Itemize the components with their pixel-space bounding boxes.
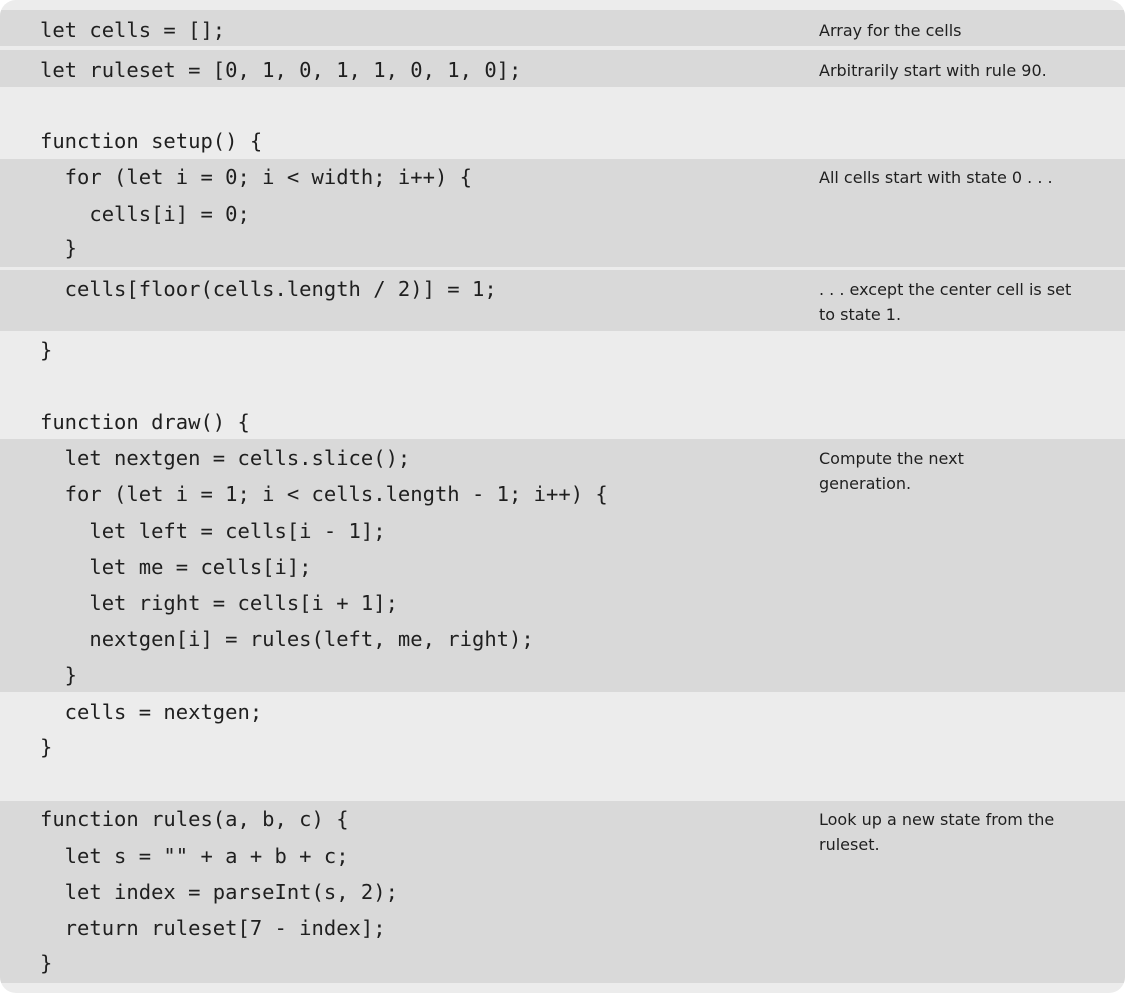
- annotation: Compute the next generation.: [819, 449, 964, 493]
- annotation: . . . except the center cell is set to s…: [819, 280, 1072, 324]
- code-line: let s = "" + a + b + c;: [40, 844, 349, 868]
- code-listing: let cells = []; let ruleset = [0, 1, 0, …: [0, 0, 1125, 993]
- code-line: }: [40, 338, 53, 362]
- code-line: let index = parseInt(s, 2);: [40, 880, 398, 904]
- code-line: return ruleset[7 - index];: [40, 916, 386, 940]
- code-line: }: [40, 951, 53, 975]
- annotation: Arbitrarily start with rule 90.: [819, 61, 1047, 80]
- annotation: All cells start with state 0 . . .: [819, 168, 1053, 187]
- code-line: for (let i = 1; i < cells.length - 1; i+…: [40, 482, 608, 506]
- code-line: let right = cells[i + 1];: [40, 591, 398, 615]
- code-line: let cells = [];: [40, 18, 226, 42]
- code-line: function setup() {: [40, 129, 263, 153]
- code-line: }: [40, 663, 78, 687]
- code-line: let ruleset = [0, 1, 0, 1, 1, 0, 1, 0];: [40, 58, 522, 82]
- annotation: Look up a new state from the ruleset.: [819, 810, 1055, 854]
- code-line: }: [40, 236, 78, 260]
- code-line: let left = cells[i - 1];: [40, 519, 386, 543]
- code-line: cells = nextgen;: [40, 700, 263, 724]
- code-line: function draw() {: [40, 410, 250, 434]
- code-line: cells[i] = 0;: [40, 202, 250, 226]
- annotation: Array for the cells: [819, 21, 962, 40]
- code-line: for (let i = 0; i < width; i++) {: [40, 165, 472, 189]
- code-line: function rules(a, b, c) {: [40, 807, 349, 831]
- code-line: nextgen[i] = rules(left, me, right);: [40, 627, 534, 651]
- code-line: cells[floor(cells.length / 2)] = 1;: [40, 277, 497, 301]
- code-line: let nextgen = cells.slice();: [40, 446, 411, 470]
- code-line: let me = cells[i];: [40, 555, 312, 579]
- code-line: }: [40, 735, 53, 759]
